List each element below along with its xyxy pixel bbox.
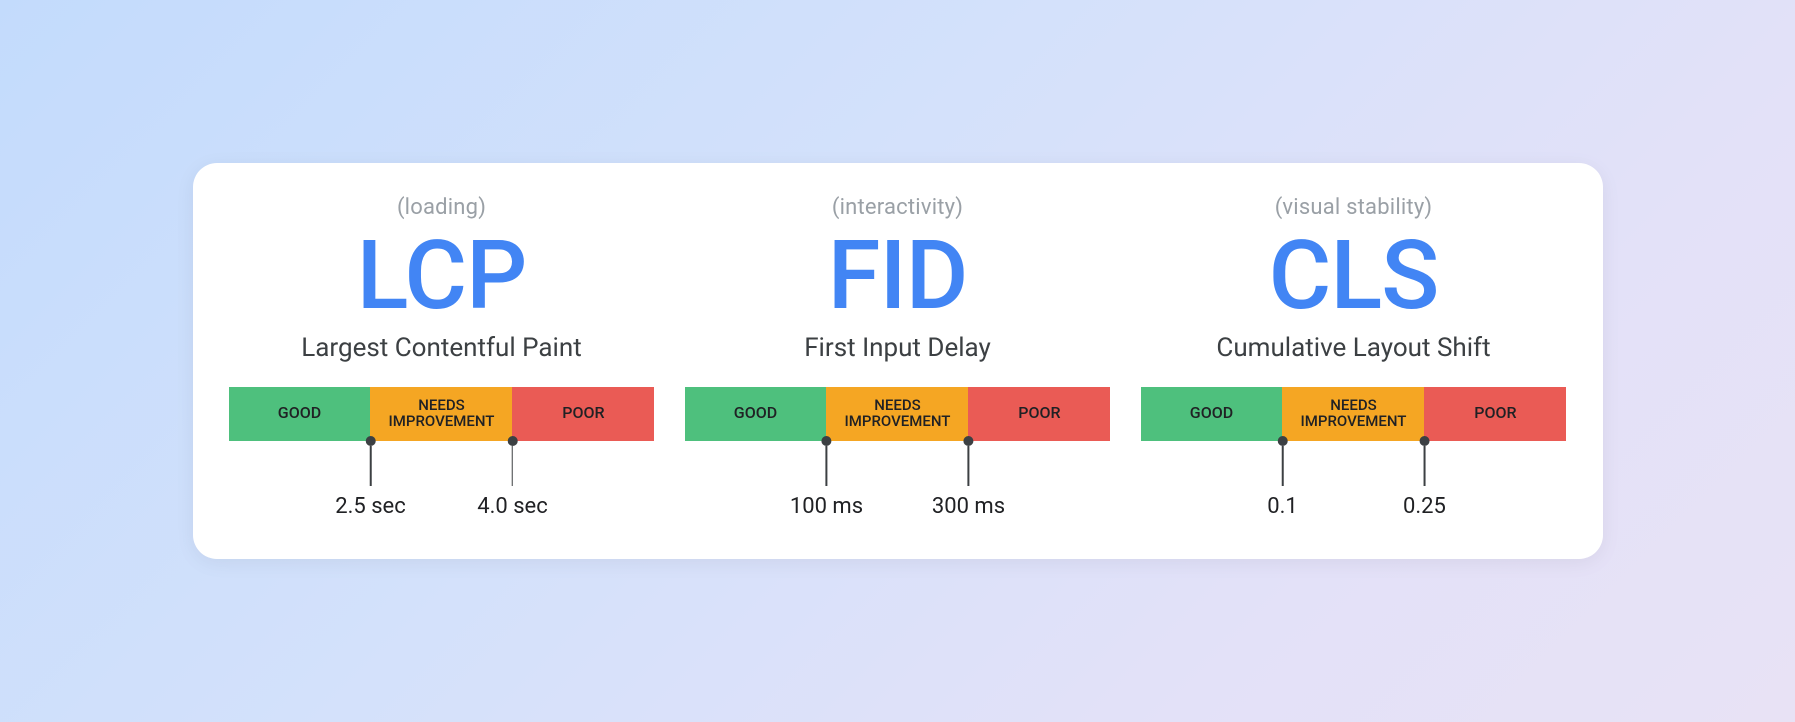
tick-value: 100 ms [790, 494, 863, 519]
segment-needs-line2: IMPROVEMENT [389, 414, 495, 430]
threshold-ticks: 2.5 sec 4.0 sec [229, 441, 655, 511]
threshold-bar: GOOD NEEDS IMPROVEMENT POOR [229, 387, 655, 441]
tick-high: 4.0 sec [477, 436, 548, 519]
tick-dot-icon [821, 436, 831, 446]
segment-needs-improvement: NEEDS IMPROVEMENT [1282, 387, 1424, 441]
segment-poor: POOR [1424, 387, 1566, 441]
metric-abbr: FID [828, 226, 968, 327]
tick-value: 4.0 sec [477, 494, 548, 519]
metric-category: (visual stability) [1275, 195, 1433, 220]
segment-needs-improvement: NEEDS IMPROVEMENT [826, 387, 968, 441]
threshold-ticks: 0.1 0.25 [1141, 441, 1567, 511]
tick-stem-icon [968, 446, 970, 486]
segment-poor: POOR [968, 387, 1110, 441]
tick-low: 100 ms [790, 436, 863, 519]
segment-needs-line2: IMPROVEMENT [845, 414, 951, 430]
tick-dot-icon [1419, 436, 1429, 446]
tick-high: 0.25 [1403, 436, 1446, 519]
tick-low: 2.5 sec [335, 436, 406, 519]
threshold-ticks: 100 ms 300 ms [685, 441, 1111, 511]
threshold-bar: GOOD NEEDS IMPROVEMENT POOR [685, 387, 1111, 441]
segment-poor: POOR [512, 387, 654, 441]
tick-stem-icon [370, 446, 372, 486]
tick-stem-icon [512, 446, 514, 486]
metric-fullname: Cumulative Layout Shift [1216, 333, 1490, 363]
segment-good: GOOD [229, 387, 371, 441]
threshold-bar: GOOD NEEDS IMPROVEMENT POOR [1141, 387, 1567, 441]
metric-category: (loading) [397, 195, 486, 220]
tick-dot-icon [507, 436, 517, 446]
segment-needs-improvement: NEEDS IMPROVEMENT [370, 387, 512, 441]
metric-abbr: LCP [357, 226, 527, 327]
metric-fid: (interactivity) FID First Input Delay GO… [685, 195, 1111, 511]
tick-low: 0.1 [1267, 436, 1298, 519]
tick-dot-icon [963, 436, 973, 446]
metric-fullname: Largest Contentful Paint [301, 333, 581, 363]
tick-value: 2.5 sec [335, 494, 406, 519]
core-web-vitals-card: (loading) LCP Largest Contentful Paint G… [193, 163, 1603, 559]
metric-abbr: CLS [1269, 226, 1439, 327]
metric-fullname: First Input Delay [804, 333, 991, 363]
segment-needs-line2: IMPROVEMENT [1301, 414, 1407, 430]
tick-value: 0.1 [1267, 494, 1298, 519]
tick-high: 300 ms [932, 436, 1005, 519]
tick-stem-icon [1282, 446, 1284, 486]
metric-cls: (visual stability) CLS Cumulative Layout… [1141, 195, 1567, 511]
tick-value: 300 ms [932, 494, 1005, 519]
tick-stem-icon [1424, 446, 1426, 486]
tick-dot-icon [1277, 436, 1287, 446]
metric-category: (interactivity) [832, 195, 963, 220]
tick-value: 0.25 [1403, 494, 1446, 519]
tick-dot-icon [365, 436, 375, 446]
tick-stem-icon [826, 446, 828, 486]
segment-good: GOOD [1141, 387, 1283, 441]
metric-lcp: (loading) LCP Largest Contentful Paint G… [229, 195, 655, 511]
segment-good: GOOD [685, 387, 827, 441]
